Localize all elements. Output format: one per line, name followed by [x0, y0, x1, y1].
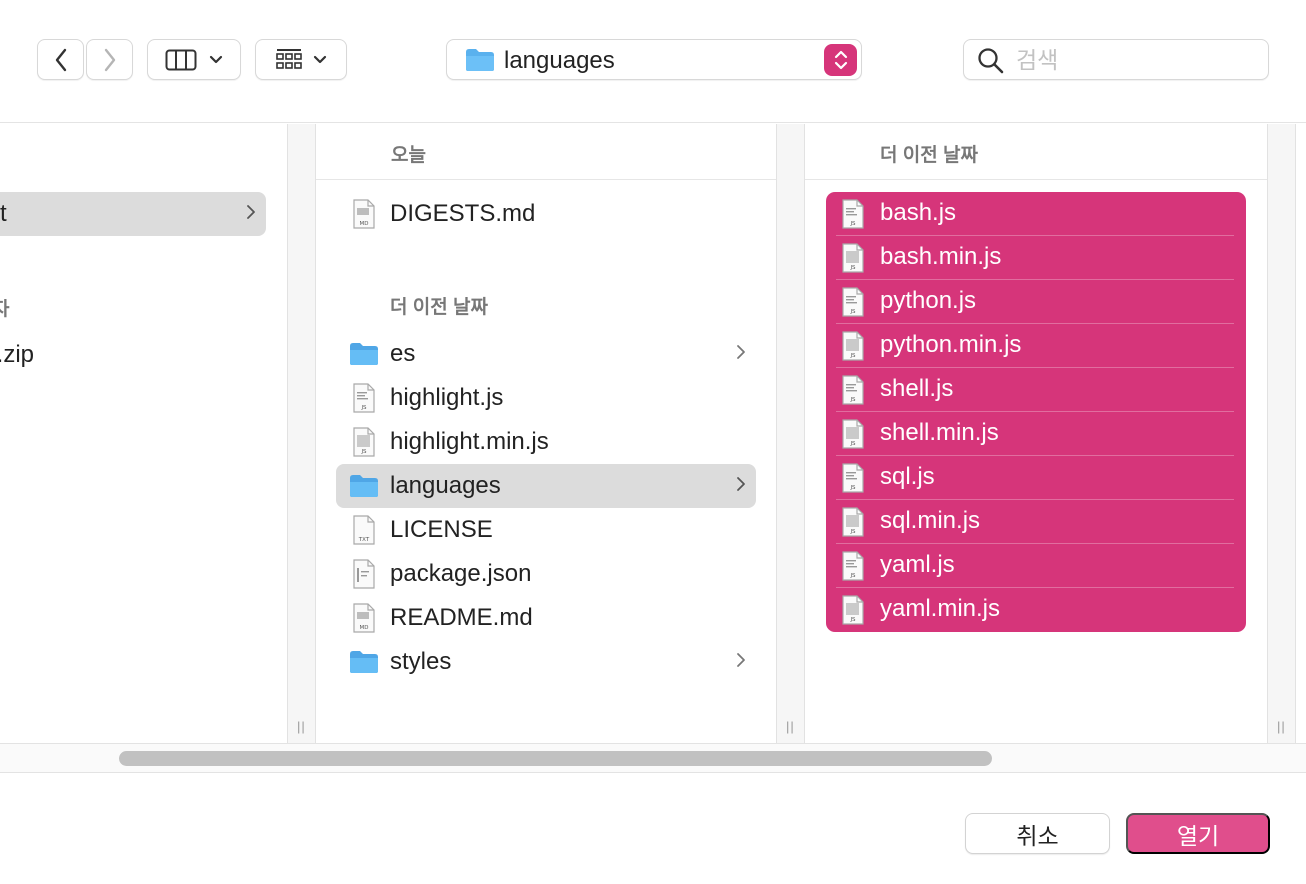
search-field[interactable]: [963, 39, 1269, 80]
svg-text:JS: JS: [849, 529, 856, 535]
search-icon: [978, 48, 1004, 74]
svg-text:JS: JS: [849, 397, 856, 403]
txt-file-icon: TXT: [349, 515, 379, 545]
scrollbar-thumb[interactable]: [119, 751, 992, 766]
list-item-selected[interactable]: JS yaml.js: [826, 544, 1246, 588]
cancel-button[interactable]: 취소: [965, 813, 1110, 854]
group-by-button[interactable]: [255, 39, 347, 80]
svg-text:JS: JS: [849, 485, 856, 491]
up-down-chevron-icon: [834, 50, 847, 70]
chevron-right-icon: [247, 205, 255, 219]
list-item[interactable]: TXT LICENSE: [336, 508, 756, 552]
svg-text:TXT: TXT: [358, 537, 370, 543]
list-item-selected[interactable]: JS sql.js: [826, 456, 1246, 500]
chevron-left-icon: [55, 48, 66, 71]
js-file-icon: JS: [349, 427, 379, 457]
chevron-right-icon: [737, 345, 745, 359]
path-popup-value: languages: [504, 47, 615, 74]
js-file-icon: JS: [838, 199, 868, 229]
js-file-icon: JS: [838, 375, 868, 405]
path-popup[interactable]: languages: [446, 39, 862, 80]
column-right: 더 이전 날짜 JS bash.js JS bash.min.js JS pyt…: [805, 124, 1267, 743]
columns-view-icon: [165, 49, 197, 70]
js-file-icon: JS: [838, 419, 868, 449]
section-header: 더 이전 날짜: [390, 297, 488, 318]
chevron-right-icon: [104, 48, 115, 71]
js-file-icon: JS: [838, 287, 868, 317]
back-button[interactable]: [37, 39, 84, 80]
svg-text:JS: JS: [849, 617, 856, 623]
column-middle: 오늘 MD DIGESTS.md 더 이전 날짜 es JS highlight…: [316, 124, 776, 743]
search-input[interactable]: [1016, 46, 1256, 74]
svg-text:JS: JS: [849, 353, 856, 359]
svg-text:JS: JS: [360, 449, 367, 455]
grid-group-icon: [276, 48, 302, 69]
horizontal-scrollbar[interactable]: [0, 743, 1306, 773]
folder-icon: [349, 339, 379, 369]
list-item[interactable]: package.json: [336, 552, 756, 596]
list-item-selected[interactable]: JS bash.js: [826, 192, 1246, 236]
js-file-icon: JS: [838, 243, 868, 273]
selection-block: JS bash.js JS bash.min.js JS python.js J…: [826, 192, 1246, 632]
js-file-icon: JS: [838, 463, 868, 493]
md-file-icon: MD: [349, 199, 379, 229]
list-item[interactable]: MD DIGESTS.md: [336, 192, 756, 236]
forward-button[interactable]: [86, 39, 133, 80]
js-file-icon: JS: [838, 595, 868, 625]
toolbar: languages: [0, 0, 1306, 123]
svg-text:JS: JS: [849, 309, 856, 315]
json-file-icon: [349, 559, 379, 589]
svg-text:MD: MD: [360, 625, 369, 631]
svg-text:JS: JS: [849, 265, 856, 271]
column-resize-handle[interactable]: ||: [287, 124, 316, 743]
list-item[interactable]: MD README.md: [336, 596, 756, 640]
list-item-selected[interactable]: JS shell.js: [826, 368, 1246, 412]
list-item-selected[interactable]: JS python.js: [826, 280, 1246, 324]
js-file-icon: JS: [838, 551, 868, 581]
list-item-selected[interactable]: JS yaml.min.js: [826, 588, 1246, 632]
folder-icon: [349, 647, 379, 677]
svg-text:JS: JS: [360, 405, 367, 411]
js-file-icon: JS: [838, 331, 868, 361]
column-resize-handle[interactable]: ||: [1267, 124, 1296, 743]
folder-icon: [349, 471, 379, 501]
open-button[interactable]: 열기: [1126, 813, 1270, 854]
column-resize-handle[interactable]: ||: [776, 124, 805, 743]
svg-text:JS: JS: [849, 441, 856, 447]
svg-text:JS: JS: [849, 573, 856, 579]
popup-stepper[interactable]: [824, 44, 857, 76]
md-file-icon: MD: [349, 603, 379, 633]
js-file-icon: JS: [838, 507, 868, 537]
section-header: 자: [0, 299, 10, 320]
list-item-selected[interactable]: JS bash.min.js: [826, 236, 1246, 280]
view-mode-button[interactable]: [147, 39, 241, 80]
chevron-down-icon: [313, 55, 327, 63]
list-item-selected[interactable]: languages: [336, 464, 756, 508]
list-item-selected[interactable]: JS shell.min.js: [826, 412, 1246, 456]
column-left: t 자 t.zip: [0, 124, 287, 743]
list-item[interactable]: styles: [336, 640, 756, 684]
chevron-down-icon: [209, 55, 223, 63]
svg-text:MD: MD: [360, 221, 369, 227]
js-file-icon: JS: [349, 383, 379, 413]
chevron-right-icon: [737, 477, 745, 491]
svg-text:JS: JS: [849, 221, 856, 227]
chevron-right-icon: [737, 653, 745, 667]
list-item[interactable]: JS highlight.js: [336, 376, 756, 420]
list-item[interactable]: es: [336, 332, 756, 376]
list-item[interactable]: t: [0, 192, 266, 236]
list-item[interactable]: JS highlight.min.js: [336, 420, 756, 464]
column-browser: t 자 t.zip || 오늘 MD DIGESTS.md 더 이전 날짜 es: [0, 124, 1306, 743]
list-item-selected[interactable]: JS sql.min.js: [826, 500, 1246, 544]
list-item[interactable]: t.zip: [0, 333, 266, 377]
column-header: 오늘: [316, 124, 776, 180]
folder-icon: [466, 49, 494, 71]
column-header: 더 이전 날짜: [805, 124, 1267, 180]
list-item-selected[interactable]: JS python.min.js: [826, 324, 1246, 368]
